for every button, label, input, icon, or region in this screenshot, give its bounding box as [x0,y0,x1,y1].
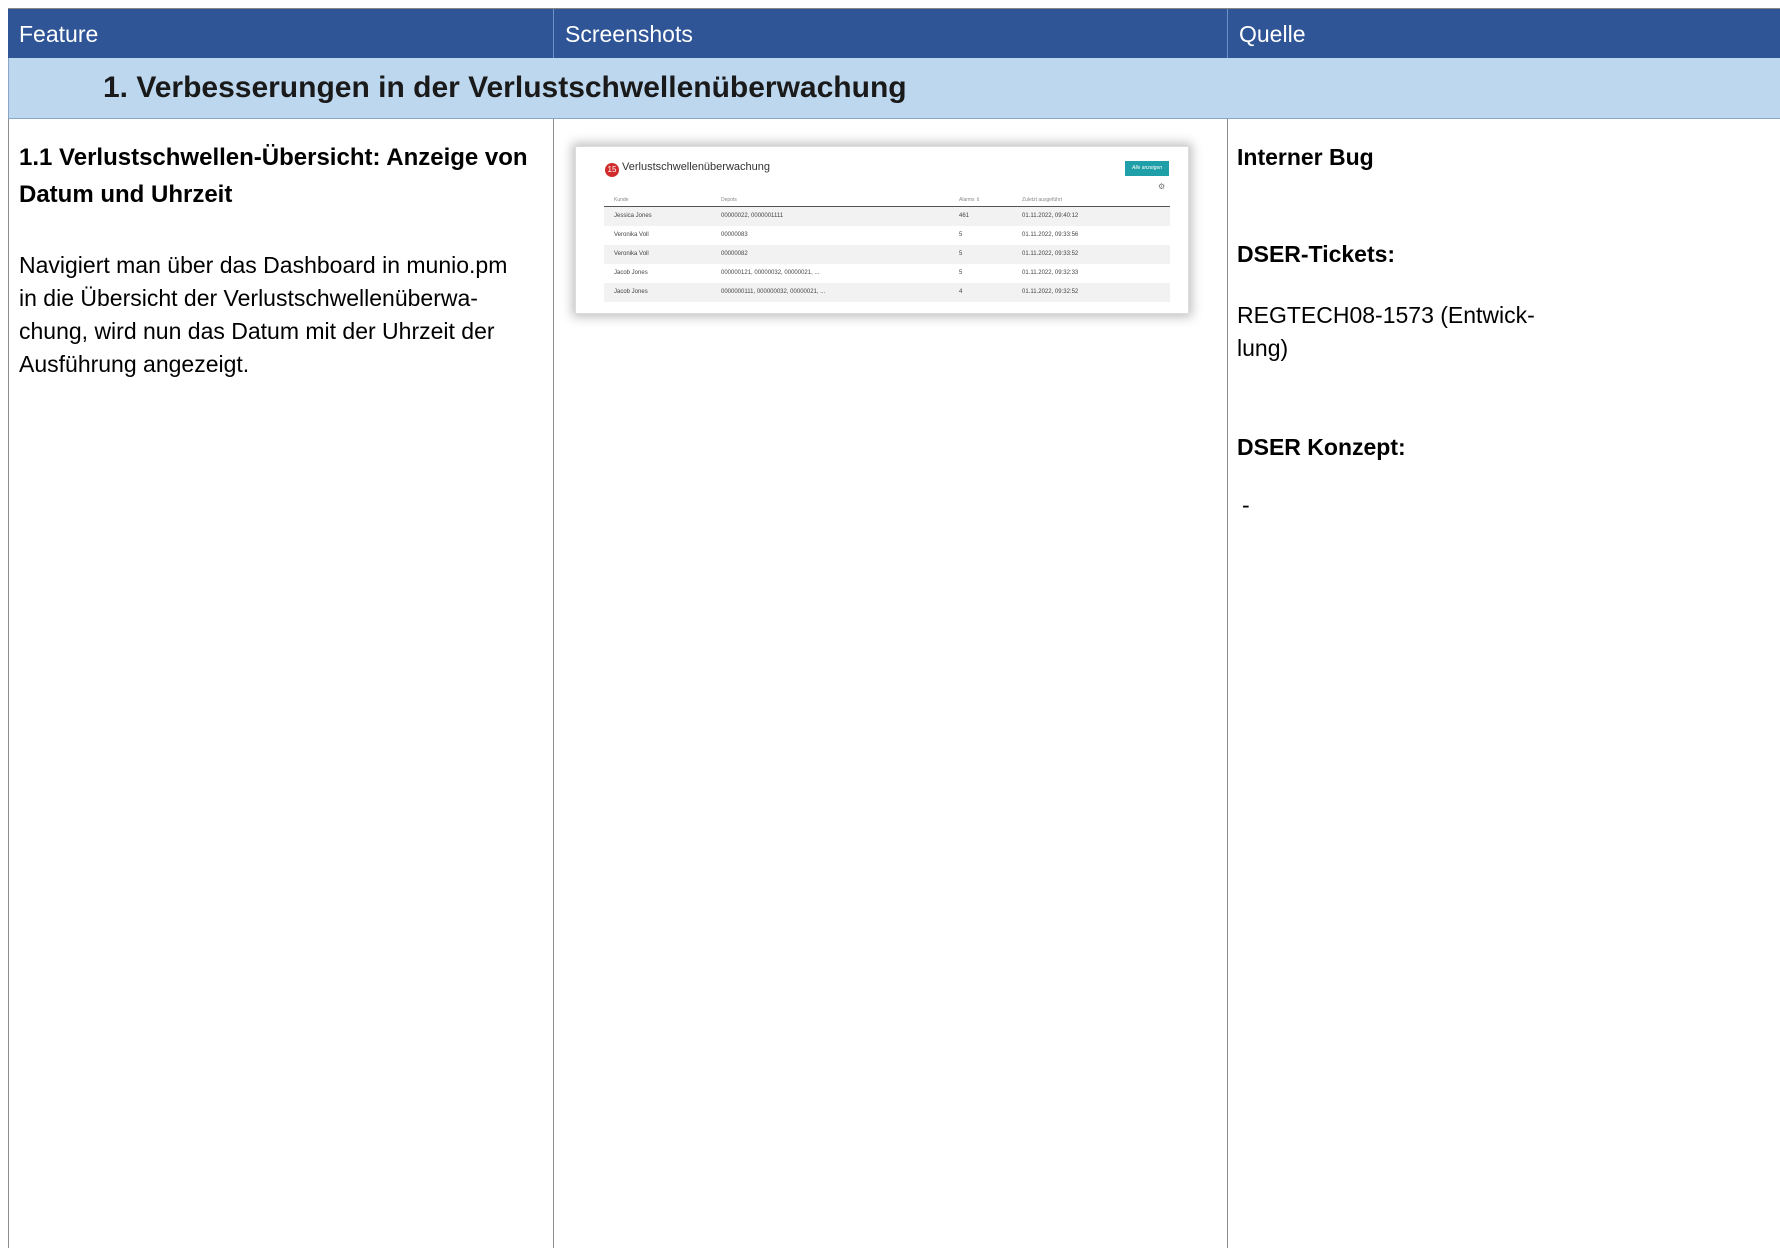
cell-depots: 0000000111, 000000032, 00000021, ... [721,289,826,295]
cell-depots: 00000022, 0000001111 [721,213,784,219]
column-header: Depots [721,197,737,203]
section-row: 1. Verbesserungen in der Verlustschwelle… [8,58,1780,119]
cell-last-run: 01.11.2022, 09:32:33 [1022,270,1079,276]
embedded-screenshot: 15 Verlustschwellenüberwachung Alle anze… [575,146,1189,314]
feature-cell: 1.1 Verlustschwellen-Übersicht: Anzeige … [19,139,544,381]
cell-last-run: 01.11.2022, 09:32:52 [1022,289,1079,295]
column-header: Zuletzt ausgeführt [1022,197,1063,203]
cell-client: Veronika Voll [614,251,649,257]
feature-description-line: Navigiert man über das Dashboard in muni… [19,252,508,278]
feature-description-line: in die Übersicht der Verlustschwellenübe… [19,285,478,311]
feature-description-line: Ausführung angezeigt. [19,351,250,377]
show-all-button[interactable]: Alle anzeigen [1125,161,1169,176]
cell-alarms: 5 [959,270,963,276]
ticket-value-line: REGTECH08-1573 (Entwick- [1237,302,1535,328]
header-source: Quelle [1227,9,1780,59]
cell-depots: 000000121, 00000032, 00000021, ... [721,270,820,276]
tickets-label: DSER-Tickets: [1237,241,1396,267]
feature-description-line: chung, wird nun das Datum mit der Uhrzei… [19,318,495,344]
feature-description: Navigiert man über das Dashboard in muni… [19,249,544,381]
cell-client: Jessica Jones [614,213,652,219]
screenshot-table-header: Kunde Depots Alarms ⇕ Zuletzt ausgeführt [604,195,1170,207]
cell-alarms: 461 [959,213,970,219]
cell-client: Jacob Jones [614,289,648,295]
cell-depots: 00000082 [721,251,748,257]
column-divider [553,119,554,1248]
ticket-value-line: lung) [1237,335,1289,361]
ticket-value: REGTECH08-1573 (Entwick- lung) [1237,299,1537,365]
section-title: 1. Verbesserungen in der Verlustschwelle… [103,71,907,104]
cell-last-run: 01.11.2022, 09:33:56 [1022,232,1079,238]
settings-icon[interactable]: ⚙ [1158,182,1165,191]
column-divider [1227,119,1228,1248]
column-header: Kunde [614,197,629,203]
cell-client: Veronika Voll [614,232,649,238]
column-header[interactable]: Alarms ⇕ [959,195,980,206]
cell-last-run: 01.11.2022, 09:33:52 [1022,251,1079,257]
table-row[interactable]: Jessica Jones 00000022, 0000001111 461 0… [604,207,1170,226]
header-feature: Feature [19,21,99,47]
column-divider [8,119,9,1248]
table-header-row: Feature Screenshots Quelle [8,8,1780,59]
table-row[interactable]: Veronika Voll 00000083 5 01.11.2022, 09:… [604,226,1170,245]
cell-alarms: 5 [959,232,963,238]
header-screenshots: Screenshots [553,9,1227,59]
table-row[interactable]: Jacob Jones 000000121, 00000032, 0000002… [604,264,1170,283]
table-row[interactable]: Veronika Voll 00000082 5 01.11.2022, 09:… [604,245,1170,264]
cell-alarms: 4 [959,289,963,295]
cell-client: Jacob Jones [614,270,648,276]
internal-bug-label: Interner Bug [1237,144,1374,170]
concept-value: - [1242,492,1250,518]
alert-count-badge: 15 [605,163,619,177]
screenshot-table: Kunde Depots Alarms ⇕ Zuletzt ausgeführt… [604,195,1170,302]
feature-title: 1.1 Verlustschwellen-Übersicht: Anzeige … [19,144,528,208]
cell-alarms: 5 [959,251,963,257]
cell-last-run: 01.11.2022, 09:40:12 [1022,213,1079,219]
table-row[interactable]: Jacob Jones 0000000111, 000000032, 00000… [604,283,1170,302]
screenshot-title: Verlustschwellenüberwachung [622,161,770,173]
cell-depots: 00000083 [721,232,748,238]
concept-label: DSER Konzept: [1237,434,1406,460]
